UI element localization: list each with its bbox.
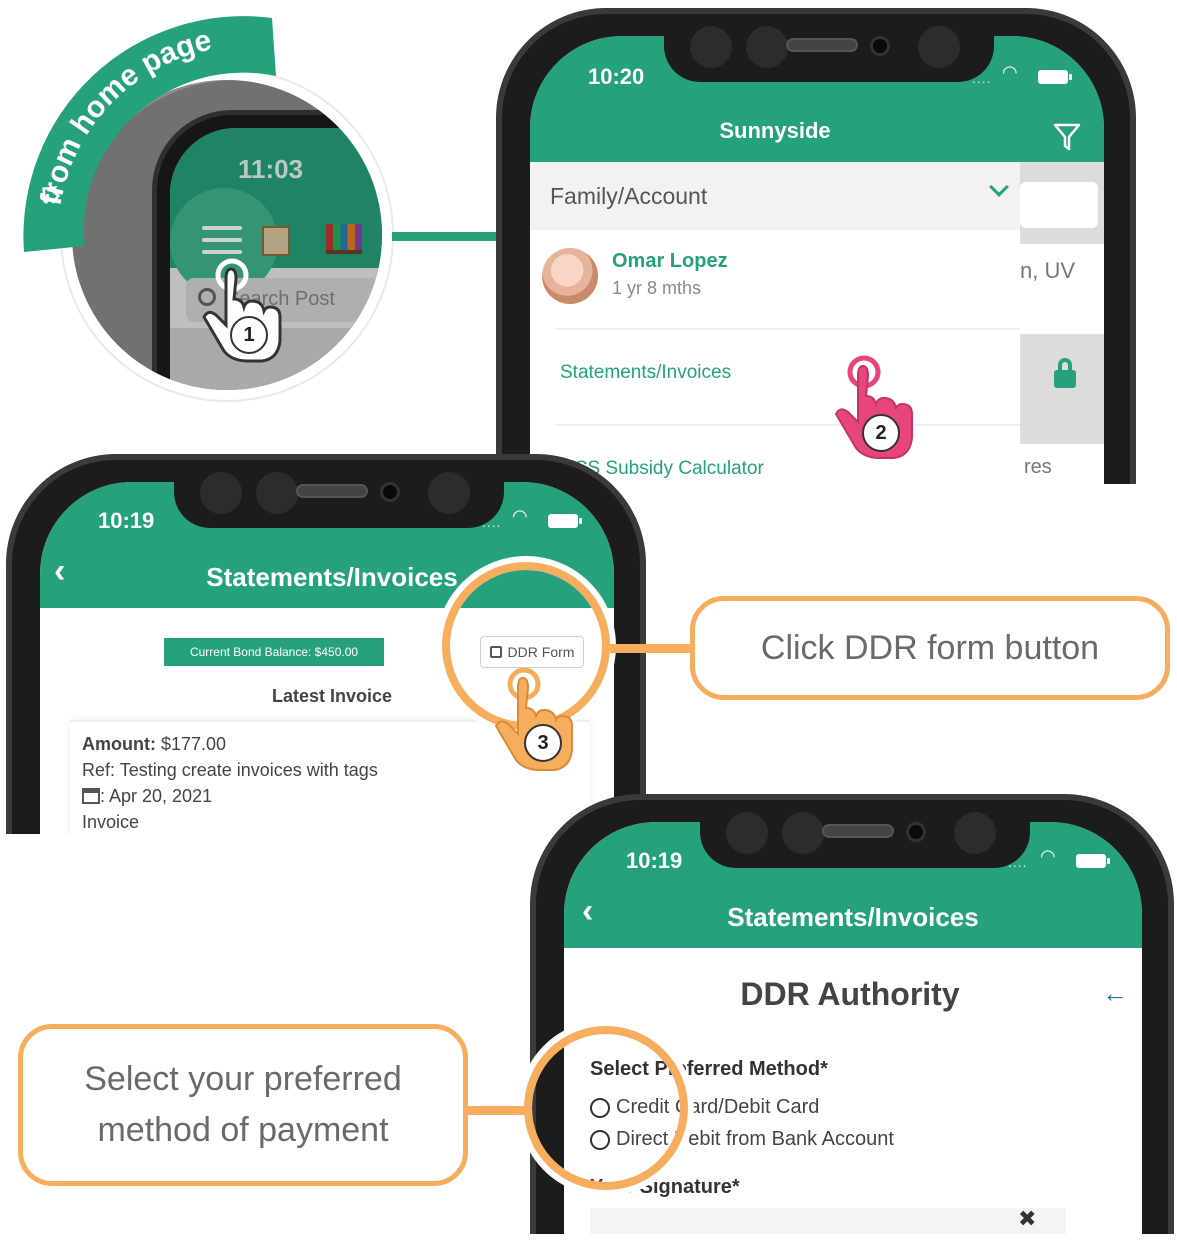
page-title: Sunnyside [719, 118, 831, 143]
status-time: 10:19 [98, 508, 155, 533]
phone-menu: 10:20 .... ◠ Sunnyside n, UV res Family/… [496, 8, 1136, 484]
dropdown-label: Family/Account [550, 182, 708, 209]
invoice-type: Invoice [82, 812, 140, 832]
callout-text: Click DDR form button [760, 628, 1100, 667]
connector-line [464, 1106, 528, 1115]
status-time: 10:19 [626, 848, 683, 873]
connector-line [610, 644, 694, 653]
child-age: 1 yr 8 mths [612, 278, 702, 298]
back-arrow-icon[interactable]: ← [1102, 978, 1128, 1009]
child-name[interactable]: Omar Lopez [612, 250, 728, 273]
status-time: 10:20 [588, 64, 645, 89]
invoice-ref: Ref: Testing create invoices with tags [82, 760, 378, 780]
step-badge: 3 [524, 724, 562, 762]
highlight-ring [524, 1026, 688, 1190]
step-badge: 1 [230, 316, 268, 354]
page-title: Statements/Invoices [727, 902, 979, 932]
battery-icon [548, 514, 582, 528]
chevron-down-icon [989, 177, 1009, 197]
phone-notch [700, 800, 1030, 868]
menu-item-statements[interactable]: Statements/Invoices [560, 358, 731, 388]
phone-notch [664, 14, 994, 82]
callout-click-ddr: Click DDR form button [690, 596, 1170, 700]
invoice-date: : Apr 20, 2021 [100, 786, 213, 806]
clear-signature-icon[interactable]: ✖ [1018, 1206, 1036, 1232]
amount-label: Amount: [82, 734, 156, 754]
connector-line [392, 232, 506, 241]
callout-select-method: Select your preferred method of payment [18, 1024, 468, 1186]
behind-text: res [1024, 456, 1052, 478]
filter-icon[interactable] [1052, 122, 1082, 152]
behind-text: n, UV [1020, 258, 1076, 283]
calendar-icon [82, 788, 100, 804]
callout-text: method of payment [97, 1111, 389, 1149]
signature-pad[interactable] [590, 1208, 1066, 1234]
menu-drawer: Family/Account Omar Lopez 1 yr 8 mths St… [530, 162, 1020, 484]
battery-icon [1038, 70, 1072, 84]
bond-balance-badge: Current Bond Balance: $450.00 [164, 638, 384, 666]
from-home-page-banner: from home page [23, 16, 276, 252]
amount-value: $177.00 [161, 734, 227, 754]
family-account-dropdown[interactable]: Family/Account [530, 162, 1020, 230]
step-badge: 2 [862, 414, 900, 452]
phone-notch [174, 460, 504, 528]
ddr-heading: DDR Authority [740, 976, 960, 1012]
wifi-icon: ◠ [1040, 846, 1056, 866]
wifi-icon: ◠ [1002, 62, 1018, 82]
callout-text: Select your preferred [84, 1060, 402, 1098]
wifi-icon: ◠ [512, 506, 528, 526]
battery-icon [1076, 854, 1110, 868]
menu-item-label: Statements/Invoices [560, 362, 732, 383]
avatar [542, 248, 598, 304]
